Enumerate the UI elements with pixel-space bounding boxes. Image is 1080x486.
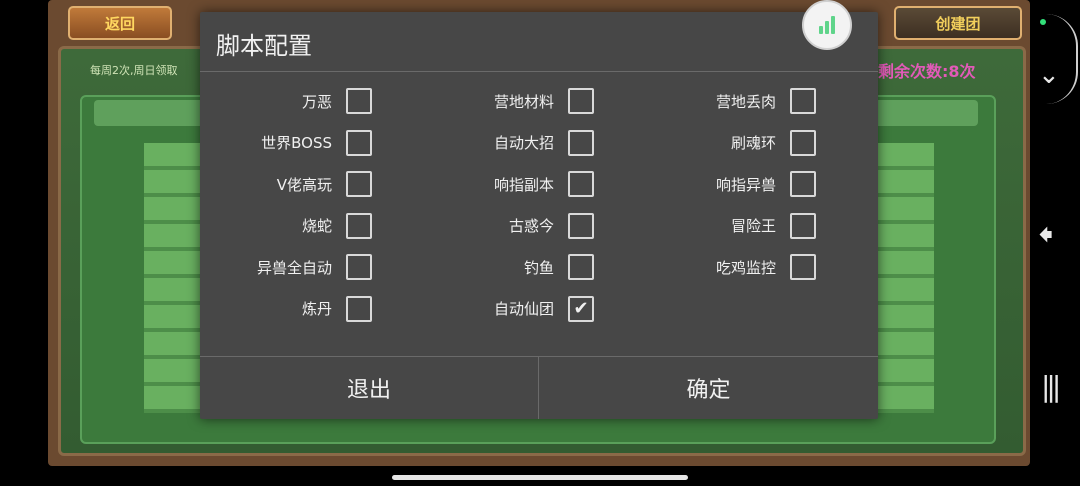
title-divider bbox=[200, 71, 878, 72]
option-item[interactable]: 营地材料 bbox=[424, 88, 594, 114]
option-item[interactable]: 响指异兽 bbox=[646, 171, 816, 197]
option-item[interactable]: 古惑今 bbox=[424, 212, 594, 239]
option-label: 烧蛇 bbox=[301, 217, 332, 235]
option-checkbox[interactable] bbox=[568, 129, 594, 156]
option-label: 自动大招 bbox=[493, 134, 554, 152]
option-checkbox[interactable] bbox=[346, 88, 372, 114]
option-checkbox[interactable] bbox=[568, 88, 594, 114]
option-label: 异兽全自动 bbox=[256, 258, 332, 277]
option-item[interactable]: 自动仙团 ✔ bbox=[424, 295, 594, 322]
exit-button[interactable]: 退出 bbox=[200, 357, 538, 419]
option-checkbox[interactable]: ✔ bbox=[568, 295, 594, 322]
option-item[interactable]: 烧蛇 bbox=[202, 212, 372, 239]
option-label: 响指异兽 bbox=[715, 175, 776, 194]
option-label: 刷魂环 bbox=[730, 134, 776, 152]
signal-bars-icon[interactable] bbox=[802, 0, 852, 50]
checkmark-icon: ✔ bbox=[573, 297, 589, 319]
option-checkbox[interactable] bbox=[346, 129, 372, 156]
option-label: 营地材料 bbox=[493, 92, 554, 111]
create-team-button[interactable]: 创建团 bbox=[894, 6, 1022, 40]
option-checkbox[interactable] bbox=[346, 295, 372, 322]
chevron-down-icon[interactable]: ⌄ bbox=[1038, 60, 1060, 90]
option-checkbox[interactable] bbox=[790, 212, 816, 239]
option-item[interactable]: 异兽全自动 bbox=[202, 254, 372, 280]
option-item[interactable]: 自动大招 bbox=[424, 129, 594, 156]
option-checkbox[interactable] bbox=[790, 129, 816, 156]
board-rows-right bbox=[878, 143, 934, 413]
weekly-info-text: 每周2次,周日领取 bbox=[90, 64, 178, 77]
option-label: V佬高玩 bbox=[276, 175, 332, 194]
option-item[interactable]: 世界BOSS bbox=[202, 129, 372, 156]
board-rows-left bbox=[144, 143, 200, 413]
home-indicator[interactable] bbox=[392, 475, 688, 480]
option-item[interactable]: V佬高玩 bbox=[202, 171, 372, 197]
option-checkbox[interactable] bbox=[346, 254, 372, 280]
back-arrow-icon[interactable]: 🠸 bbox=[1038, 213, 1053, 264]
option-checkbox[interactable] bbox=[346, 171, 372, 197]
option-checkbox[interactable] bbox=[568, 254, 594, 280]
confirm-button[interactable]: 确定 bbox=[539, 357, 878, 419]
back-button[interactable]: 返回 bbox=[68, 6, 172, 40]
option-item[interactable]: 响指副本 bbox=[424, 171, 594, 197]
option-checkbox[interactable] bbox=[346, 212, 372, 239]
option-label: 冒险王 bbox=[730, 217, 776, 235]
option-item[interactable]: 炼丹 bbox=[202, 295, 372, 322]
option-item[interactable]: 万恶 bbox=[202, 88, 372, 114]
option-label: 响指副本 bbox=[493, 175, 554, 194]
option-label: 自动仙团 bbox=[493, 300, 554, 318]
option-label: 炼丹 bbox=[301, 300, 332, 318]
script-config-dialog: 脚本配置 退出 确定 万恶世界BOSS V佬高玩烧蛇异兽全自动炼丹 营地材料自动大招… bbox=[200, 0, 878, 419]
remaining-count-text: 剩余次数:8次 bbox=[878, 62, 976, 81]
option-item[interactable]: 冒险王 bbox=[646, 212, 816, 239]
option-checkbox[interactable] bbox=[568, 171, 594, 197]
option-checkbox[interactable] bbox=[790, 171, 816, 197]
option-label: 营地丢肉 bbox=[715, 92, 776, 111]
option-label: 古惑今 bbox=[508, 217, 554, 235]
option-item[interactable]: 刷魂环 bbox=[646, 129, 816, 156]
recent-apps-icon[interactable]: ||| bbox=[1041, 370, 1061, 403]
option-checkbox[interactable] bbox=[790, 88, 816, 114]
option-item[interactable]: 钓鱼 bbox=[424, 254, 594, 280]
option-label: 钓鱼 bbox=[523, 258, 554, 277]
option-label: 吃鸡监控 bbox=[715, 258, 776, 277]
dialog-title: 脚本配置 bbox=[216, 32, 312, 60]
option-checkbox[interactable] bbox=[790, 254, 816, 280]
option-item[interactable]: 吃鸡监控 bbox=[646, 254, 816, 280]
option-checkbox[interactable] bbox=[568, 212, 594, 239]
option-label: 万恶 bbox=[301, 92, 332, 111]
option-label: 世界BOSS bbox=[261, 134, 332, 152]
option-item[interactable]: 营地丢肉 bbox=[646, 88, 816, 114]
